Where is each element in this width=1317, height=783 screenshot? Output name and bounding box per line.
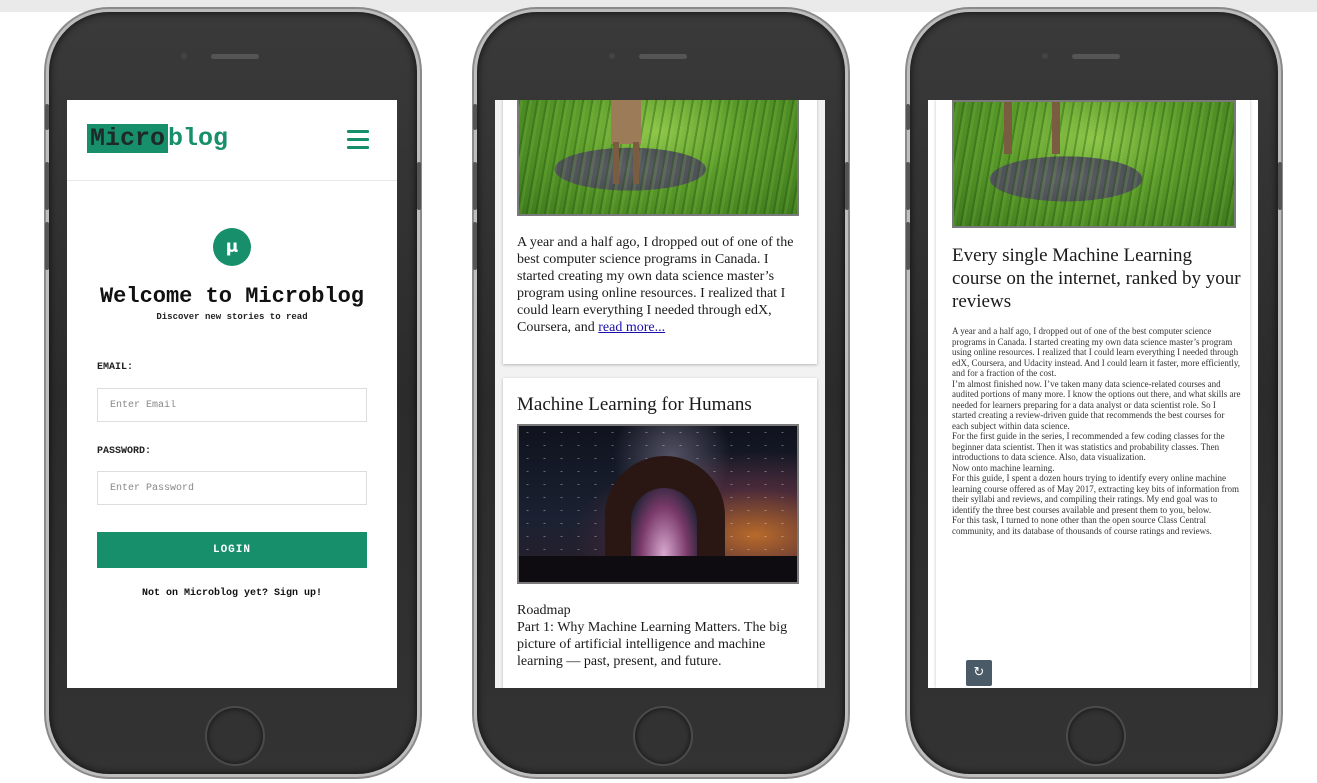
read-more-link[interactable]: read more... [598, 320, 665, 335]
article-screen: Every single Machine Learning course on … [928, 100, 1258, 688]
feed-screen: A year and a half ago, I dropped out of … [495, 100, 825, 688]
article-card: Every single Machine Learning course on … [936, 100, 1250, 688]
post-title[interactable]: Machine Learning for Humans [517, 394, 752, 416]
roadmap-heading: Roadmap [517, 603, 571, 618]
camera-dot [181, 53, 187, 59]
page-title: Welcome to Microblog [99, 284, 365, 309]
speaker-grille [639, 54, 687, 59]
volume-up-button [45, 162, 49, 210]
post-roadmap: Roadmap Part 1: Why Machine Learning Mat… [517, 602, 803, 670]
article-image-grass [952, 100, 1236, 228]
email-label: EMAIL: [97, 362, 134, 373]
microblog-logo[interactable]: Micro blog [87, 122, 228, 156]
feed-list: A year and a half ago, I dropped out of … [495, 100, 825, 688]
camera-dot [609, 53, 615, 59]
volume-up-button [906, 162, 910, 210]
post-card: Machine Learning for Humans Roadmap Part… [503, 378, 817, 688]
logo-micro: Micro [87, 124, 169, 153]
login-button[interactable]: LOGIN [97, 532, 367, 568]
hamburger-menu-icon[interactable] [347, 130, 369, 154]
password-field[interactable] [97, 471, 367, 505]
volume-down-button [473, 222, 477, 270]
article-paragraph: A year and a half ago, I dropped out of … [952, 326, 1241, 378]
mute-switch [473, 104, 477, 130]
robot-figure [611, 100, 641, 144]
roadmap-part-1: Part 1: Why Machine Learning Matters. Th… [517, 620, 788, 669]
password-label: PASSWORD: [97, 446, 152, 457]
article-title: Every single Machine Learning course on … [952, 245, 1241, 312]
power-button [1278, 162, 1282, 210]
post-image-grass[interactable] [517, 100, 799, 216]
speaker-grille [1072, 54, 1120, 59]
mute-switch [45, 104, 49, 130]
article-paragraph: For this guide, I spent a dozen hours tr… [952, 473, 1239, 515]
home-button [1066, 706, 1126, 766]
article-paragraph: For this task, I turned to none other th… [952, 515, 1212, 536]
phone-frame-feed: A year and a half ago, I dropped out of … [473, 12, 849, 774]
navbar: Micro blog [67, 100, 397, 181]
logo-blog: blog [168, 124, 229, 153]
phone-frame-login: Micro blog µ Welcome to Microblog Discove… [45, 12, 421, 774]
mu-logo-icon: µ [213, 228, 251, 266]
power-button [417, 162, 421, 210]
top-strip [0, 0, 1317, 12]
volume-down-button [906, 222, 910, 270]
post-card: A year and a half ago, I dropped out of … [503, 100, 817, 364]
refresh-icon[interactable]: ↻ [966, 660, 992, 686]
post-excerpt: A year and a half ago, I dropped out of … [517, 235, 794, 335]
home-button [205, 706, 265, 766]
volume-up-button [473, 162, 477, 210]
camera-dot [1042, 53, 1048, 59]
signup-link[interactable]: Not on Microblog yet? Sign up! [67, 588, 397, 599]
page-subtitle: Discover new stories to read [156, 312, 308, 322]
post-image-night-arch[interactable] [517, 424, 799, 584]
login-screen: Micro blog µ Welcome to Microblog Discove… [67, 100, 397, 688]
power-button [845, 162, 849, 210]
phone-frame-article: Every single Machine Learning course on … [906, 12, 1282, 774]
article-paragraph: I’m almost finished now. I’ve taken many… [952, 378, 1241, 431]
robot-legs [1004, 102, 1012, 154]
article-paragraph: Now onto machine learning. [952, 462, 1055, 473]
email-field[interactable] [97, 388, 367, 422]
article-body: A year and a half ago, I dropped out of … [952, 326, 1242, 536]
article-paragraph: For the first guide in the series, I rec… [952, 431, 1225, 462]
volume-down-button [45, 222, 49, 270]
mute-switch [906, 104, 910, 130]
home-button [633, 706, 693, 766]
speaker-grille [211, 54, 259, 59]
